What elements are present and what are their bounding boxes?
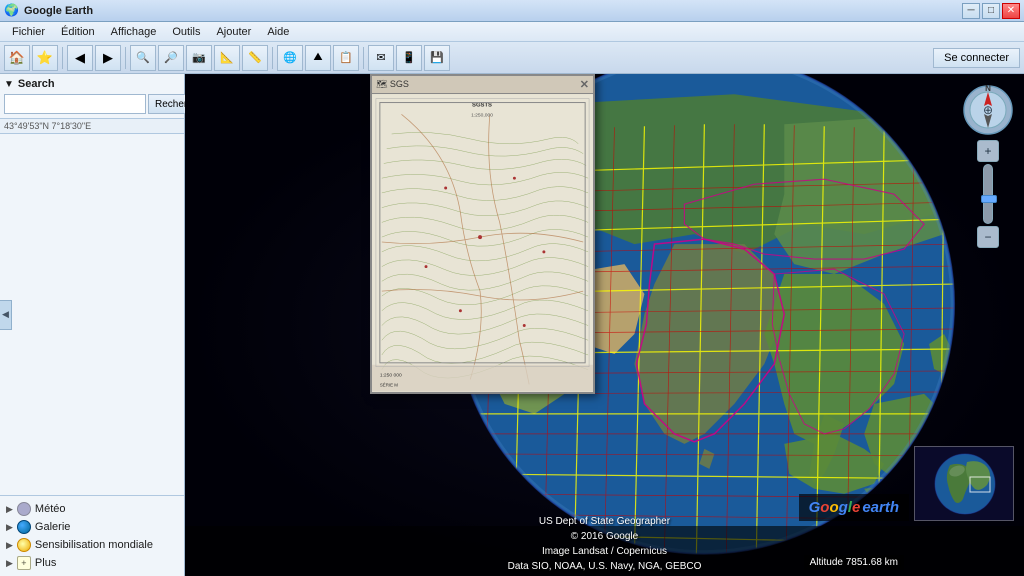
collapse-handle[interactable]: ◀ [0, 300, 12, 330]
svg-text:1:250 000: 1:250 000 [380, 373, 402, 379]
toolbar-back[interactable]: ◀ [67, 45, 93, 71]
toolbar-sep-2 [125, 47, 126, 69]
zoom-control: + − [977, 140, 999, 248]
sidebar-content: ◀ [0, 134, 184, 495]
toolbar-terrain[interactable]: ⛰ [305, 45, 331, 71]
toolbar-globe[interactable]: 🌐 [277, 45, 303, 71]
toolbar-zoomout[interactable]: 🔎 [158, 45, 184, 71]
layer-meteo-label: Météo [35, 503, 66, 515]
toolbar-mobile[interactable]: 📱 [396, 45, 422, 71]
plus-icon: + [17, 556, 31, 570]
nav-controls: N ⊕ + − [962, 84, 1014, 248]
title-controls: ─ □ ✕ [962, 3, 1020, 19]
toolbar-sep-1 [62, 47, 63, 69]
layer-galerie-label: Galerie [35, 521, 70, 533]
layer-arrow: ▶ [6, 504, 13, 515]
topo-map-content: 1:250 000 SÉRIE M SGSTS 1:250,000 [372, 94, 593, 392]
sensibilisation-icon [17, 538, 31, 552]
svg-text:SGSTS: SGSTS [472, 102, 492, 108]
search-input-row: Rechercher [4, 94, 180, 114]
coords-bar: 43°49'53"N 7°18'30"E [0, 119, 184, 134]
main-area: ▼ Search Rechercher 43°49'53"N 7°18'30"E… [0, 74, 1024, 576]
toolbar-ruler[interactable]: 📏 [242, 45, 268, 71]
search-section: ▼ Search Rechercher [0, 74, 184, 119]
globe-view[interactable]: 🗺 SGS ✕ [185, 74, 1024, 576]
status-bar: US Dept of State Geographer © 2016 Googl… [185, 526, 1024, 576]
layers-panel: ▶ Météo ▶ Galerie ▶ Sensibilisation mond… [0, 495, 184, 576]
toolbar-star[interactable]: ⭐ [32, 45, 58, 71]
toolbar: 🏠 ⭐ ◀ ▶ 🔍 🔎 📷 📐 📏 🌐 ⛰ 📋 ✉ 📱 💾 Se connect… [0, 42, 1024, 74]
status-text: US Dept of State Geographer © 2016 Googl… [507, 514, 701, 576]
menu-item-fichier[interactable]: Fichier [4, 24, 53, 40]
search-toggle[interactable]: ▼ [4, 79, 14, 90]
toolbar-camera[interactable]: 📷 [186, 45, 212, 71]
toolbar-forward[interactable]: ▶ [95, 45, 121, 71]
search-header: ▼ Search [4, 78, 180, 90]
topo-map-panel: 🗺 SGS ✕ [370, 74, 595, 394]
minimize-button[interactable]: ─ [962, 3, 980, 19]
layer-sensibilisation-label: Sensibilisation mondiale [35, 539, 153, 551]
toolbar-sep-3 [272, 47, 273, 69]
svg-text:1:250,000: 1:250,000 [471, 112, 493, 118]
toolbar-home[interactable]: 🏠 [4, 45, 30, 71]
svg-text:SÉRIE M: SÉRIE M [380, 381, 398, 387]
toolbar-email[interactable]: ✉ [368, 45, 394, 71]
topo-close-button[interactable]: ✕ [580, 78, 589, 91]
layer-meteo[interactable]: ▶ Météo [2, 500, 182, 518]
connect-button[interactable]: Se connecter [933, 48, 1020, 68]
maximize-button[interactable]: □ [982, 3, 1000, 19]
menu-item-aide[interactable]: Aide [259, 24, 297, 40]
compass[interactable]: N ⊕ [962, 84, 1014, 136]
layer-arrow: ▶ [6, 540, 13, 551]
search-input[interactable] [4, 94, 146, 114]
zoom-out-button[interactable]: − [977, 226, 999, 248]
toolbar-sep-4 [363, 47, 364, 69]
menu-bar: FichierÉditionAffichageOutilsAjouterAide [0, 22, 1024, 42]
menu-item-édition[interactable]: Édition [53, 24, 103, 40]
zoom-slider-thumb[interactable] [981, 195, 997, 203]
menu-item-ajouter[interactable]: Ajouter [208, 24, 259, 40]
galerie-icon [17, 520, 31, 534]
google-earth-logo: Google earth [799, 494, 909, 521]
window-title: Google Earth [24, 5, 93, 17]
layer-arrow: ▶ [6, 522, 13, 533]
zoom-in-button[interactable]: + [977, 140, 999, 162]
topo-title: 🗺 SGS [376, 79, 409, 90]
mini-globe-thumbnail[interactable] [914, 446, 1014, 521]
svg-text:N: N [985, 84, 991, 93]
menu-item-affichage[interactable]: Affichage [103, 24, 165, 40]
layer-plus-label: Plus [35, 557, 56, 569]
toolbar-save[interactable]: 💾 [424, 45, 450, 71]
layer-galerie[interactable]: ▶ Galerie [2, 518, 182, 536]
google-text: Google [809, 499, 861, 516]
menu-item-outils[interactable]: Outils [164, 24, 208, 40]
layer-plus[interactable]: ▶ + Plus [2, 554, 182, 572]
topo-map-header: 🗺 SGS ✕ [372, 76, 593, 94]
title-bar: 🌍 Google Earth ─ □ ✕ [0, 0, 1024, 22]
zoom-slider[interactable] [983, 164, 993, 224]
app-icon: 🌍 [4, 3, 20, 19]
earth-text: earth [862, 499, 899, 516]
meteo-icon [17, 502, 31, 516]
toolbar-zoomin[interactable]: 🔍 [130, 45, 156, 71]
layer-arrow: ▶ [6, 558, 13, 569]
close-button[interactable]: ✕ [1002, 3, 1020, 19]
search-label: Search [18, 78, 55, 90]
title-bar-left: 🌍 Google Earth [4, 3, 93, 19]
layer-sensibilisation[interactable]: ▶ Sensibilisation mondiale [2, 536, 182, 554]
svg-text:⊕: ⊕ [983, 103, 993, 117]
altitude-label: Altitude 7851.68 km [804, 555, 904, 570]
topo-map-svg: 1:250 000 SÉRIE M SGSTS 1:250,000 [372, 94, 593, 392]
toolbar-measure[interactable]: 📐 [214, 45, 240, 71]
sidebar: ▼ Search Rechercher 43°49'53"N 7°18'30"E… [0, 74, 185, 576]
toolbar-layers[interactable]: 📋 [333, 45, 359, 71]
